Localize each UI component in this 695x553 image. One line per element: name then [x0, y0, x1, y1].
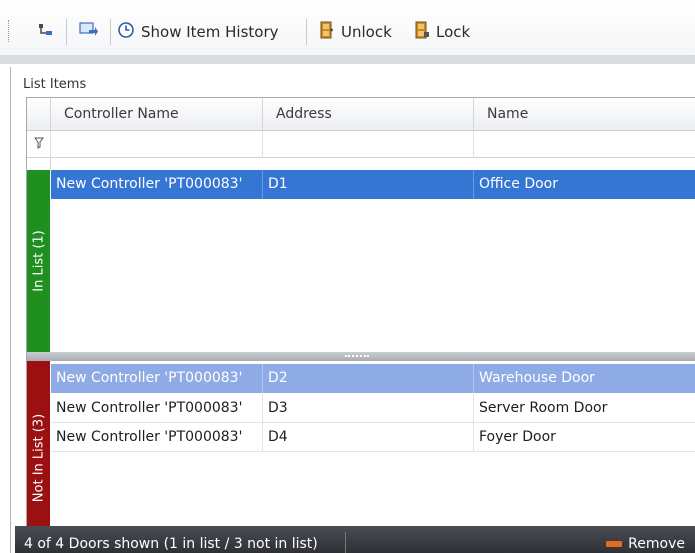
cell-name: Office Door: [479, 176, 558, 192]
table-row[interactable]: New Controller 'PT000083' D4 Foyer Door: [51, 423, 695, 452]
show-item-history-label: Show Item History: [141, 23, 279, 41]
in-list-group-label: In List (1): [31, 230, 46, 292]
not-in-list-group-label: Not In List (3): [31, 413, 46, 502]
cell-controller-name: New Controller 'PT000083': [51, 394, 263, 423]
filter-icon: [33, 137, 44, 153]
table-row[interactable]: New Controller 'PT000083' D1 Office Door: [51, 170, 695, 199]
cell-controller-name: New Controller 'PT000083': [51, 170, 263, 199]
items-grid: Controller Name Address Name In List (1): [26, 97, 695, 553]
table-row[interactable]: New Controller 'PT000083' D2 Warehouse D…: [51, 364, 695, 393]
lock-button[interactable]: Lock: [414, 19, 470, 45]
unlock-button[interactable]: Unlock: [319, 19, 392, 45]
cell-name: Warehouse Door: [479, 370, 595, 386]
toolbar-separator: [110, 19, 111, 45]
cell-controller-name: New Controller 'PT000083': [51, 423, 263, 452]
filter-name-input[interactable]: [474, 131, 695, 158]
cell-address: D1: [263, 170, 474, 199]
cell-address: D2: [263, 364, 474, 393]
in-list-group-band[interactable]: In List (1): [27, 170, 50, 352]
export-button[interactable]: [78, 19, 98, 45]
column-header-controller-name[interactable]: Controller Name: [51, 98, 263, 131]
table-row[interactable]: New Controller 'PT000083' D3 Server Room…: [51, 394, 695, 423]
status-summary: 4 of 4 Doors shown (1 in list / 3 not in…: [24, 536, 318, 552]
group-splitter[interactable]: [27, 352, 695, 361]
filter-button[interactable]: [27, 131, 51, 158]
cell-address: D4: [263, 423, 474, 452]
column-header-name[interactable]: Name: [474, 98, 695, 131]
remove-icon: [606, 541, 623, 547]
status-bar: 4 of 4 Doors shown (1 in list / 3 not in…: [15, 526, 695, 553]
lock-door-icon: [414, 21, 430, 43]
toolbar: Show Item History Unlock Lock: [0, 0, 695, 64]
unlock-label: Unlock: [341, 23, 392, 41]
clock-history-icon: [117, 21, 135, 43]
cell-name: Server Room Door: [479, 400, 608, 416]
filter-address-input[interactable]: [263, 131, 474, 158]
splitter-grip-icon: [345, 355, 369, 357]
hierarchy-icon: [37, 21, 55, 43]
panel-title: List Items: [23, 77, 87, 92]
toolbar-separator: [306, 19, 307, 45]
status-divider: [345, 532, 346, 553]
cell-controller-name: New Controller 'PT000083': [51, 364, 263, 393]
show-item-history-button[interactable]: Show Item History: [117, 19, 279, 45]
column-header-address[interactable]: Address: [263, 98, 474, 131]
toolbar-grip[interactable]: [8, 20, 12, 42]
toolbar-bottom-border: [0, 55, 695, 64]
toolbar-separator: [66, 19, 67, 45]
list-items-panel: List Items Controller Name Address Name: [10, 67, 695, 553]
grid-header: Controller Name Address Name: [27, 98, 695, 131]
export-icon: [78, 21, 98, 43]
unlock-door-icon: [319, 21, 335, 43]
remove-label: Remove: [628, 536, 685, 552]
lock-label: Lock: [436, 23, 471, 41]
filter-row: [27, 131, 695, 158]
remove-button[interactable]: Remove: [606, 536, 685, 552]
filter-controller-name-input[interactable]: [51, 131, 263, 158]
cell-name: Foyer Door: [479, 429, 556, 445]
not-in-list-group-band[interactable]: Not In List (3): [27, 361, 50, 553]
cell-address: D3: [263, 394, 474, 423]
row-selector-gap: [27, 158, 51, 170]
header-corner: [27, 98, 51, 131]
hierarchy-button[interactable]: [37, 19, 55, 45]
